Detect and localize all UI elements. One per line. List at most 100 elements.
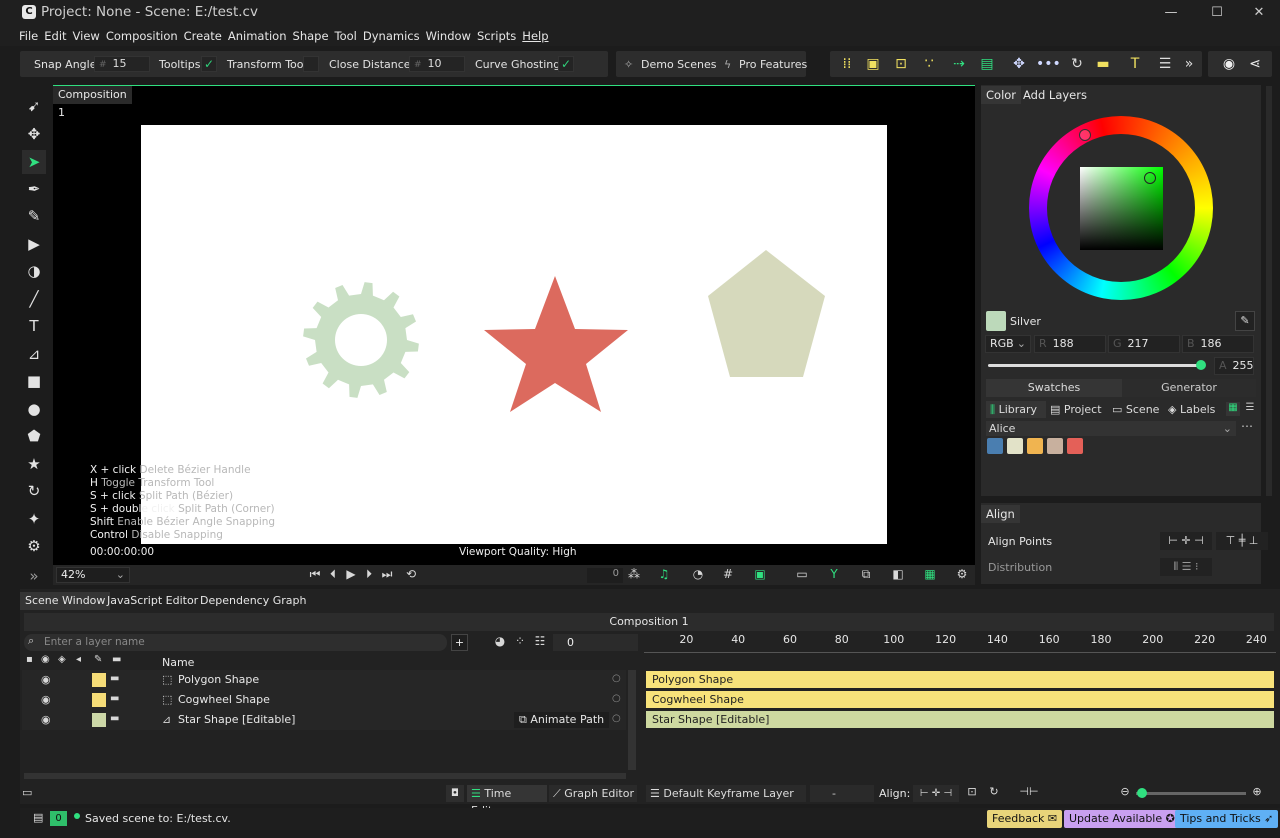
play-icon[interactable]: ▶ [343,567,359,581]
viewport-settings-icon[interactable]: ⚙ [954,567,970,581]
curve-icon[interactable]: ↻ [985,785,1003,802]
tab-labels[interactable]: ◈ Labels [1168,401,1224,418]
keyframe-value-field[interactable]: - [810,785,874,802]
eyedropper-icon[interactable]: ✎ [1235,311,1255,331]
zoom-in-icon[interactable]: ⊕ [1250,785,1264,802]
time-editor-button[interactable]: ☰ Time Editor [467,785,547,817]
render-icon[interactable]: ◕ [492,634,508,648]
path-icon[interactable]: Y [826,567,842,581]
polygon-shape[interactable] [708,250,825,377]
green-field[interactable]: G 217 [1108,335,1180,353]
tab-scene[interactable]: ▭ Scene [1112,401,1168,418]
layer-row[interactable]: ◉ ▬ ⬚ Polygon Shape ○ [22,670,626,690]
checker-icon[interactable]: ▦ [922,567,938,581]
collapse-icon[interactable]: ▭ [22,786,40,802]
cube-header-icon[interactable]: ◈ [58,654,66,665]
list-view-icon[interactable]: ☰ [1243,402,1257,416]
tab-add-layers[interactable]: Add Layers [1018,86,1092,104]
cogwheel-shape[interactable] [303,282,419,398]
console-icon[interactable]: ▤ [33,811,43,824]
filter-icon[interactable]: ☷ [532,634,548,648]
tab-javascript-editor[interactable]: JavaScript Editor [102,592,203,610]
next-frame-icon[interactable]: ⏵ [361,567,377,582]
update-available-button[interactable]: Update Available ✪ [1064,810,1180,828]
align-horizontal-icons[interactable]: ⊢ ✛ ⊣ [1160,532,1212,550]
more-icon[interactable]: ⋯ [1241,419,1253,433]
layer-color-swatch[interactable] [92,713,106,727]
overlay-icon[interactable]: ⧉ [858,567,874,582]
prev-frame-icon[interactable]: ⏴ [325,567,341,582]
tips-and-tricks-button[interactable]: Tips and Tricks ➶ [1175,810,1279,828]
tab-scene-window[interactable]: Scene Window [20,592,111,610]
timeline-bar[interactable]: Polygon Shape [646,671,1274,688]
sparkle-layer-icon[interactable]: ⁘ [512,634,528,648]
alpha-field[interactable]: A 255 [1214,357,1254,375]
swatch-1[interactable] [987,438,1003,454]
eye-icon[interactable]: ◉ [41,654,50,665]
zoom-select[interactable]: 42% ⌄ [56,567,130,583]
circle-icon[interactable]: ○ [612,693,621,704]
solo-icon[interactable]: ◘ [446,785,464,802]
tab-dependency-graph[interactable]: Dependency Graph [195,592,311,610]
tab-swatches[interactable]: Swatches [986,379,1122,397]
swatch-3[interactable] [1027,438,1043,454]
fit-icon[interactable]: ⊡ [963,785,981,802]
message-count-badge[interactable]: 0 [50,811,67,826]
grid-view-icon[interactable]: ▦ [1226,402,1240,416]
tab-project[interactable]: ▤ Project [1050,401,1110,418]
color-mode-select[interactable]: RGB ⌄ [985,335,1031,353]
tag-header-icon[interactable]: ▬ [112,654,121,665]
safe-area-icon[interactable]: ▣ [752,567,768,581]
timeline-zoom-handle[interactable] [1137,788,1147,798]
grid-icon[interactable]: # [720,567,736,581]
first-frame-icon[interactable]: ⏮ [307,567,323,582]
eye-icon[interactable]: ◉ [41,673,51,686]
right-scrollbar[interactable] [1266,86,1272,496]
swatch-5[interactable] [1067,438,1083,454]
audio-icon[interactable]: ♫ [656,567,672,581]
alpha-slider[interactable] [988,364,1200,367]
red-field[interactable]: R 188 [1034,335,1106,353]
swatch-2[interactable] [1007,438,1023,454]
zoom-out-icon[interactable]: ⊖ [1118,785,1132,802]
timeline-bar[interactable]: Cogwheel Shape [646,691,1274,708]
hue-handle[interactable] [1079,129,1091,141]
layer-row[interactable]: ◉ ▬ ⊿ Star Shape [Editable] ⧉ Animate Pa… [22,710,626,730]
circle-icon[interactable]: ○ [612,713,621,724]
eye-icon[interactable]: ◉ [41,693,51,706]
pen-header-icon[interactable]: ✎ [94,654,102,665]
lock-icon[interactable]: ▪ [26,654,33,665]
frame-field[interactable]: 0 [587,568,623,583]
eye-icon[interactable]: ◉ [41,713,51,726]
tab-library[interactable]: ⫼ Library [986,401,1046,418]
color-handle[interactable] [1144,172,1156,184]
speaker-icon[interactable]: ◂ [76,654,81,665]
palette-select[interactable]: Alice ⌄ [986,421,1236,436]
timeline-bar[interactable]: Star Shape [Editable] [646,711,1274,728]
split-icon[interactable]: ⊣⊢ [1016,785,1042,802]
circle-icon[interactable]: ○ [612,673,621,684]
feedback-button[interactable]: Feedback ✉ [987,810,1063,828]
tab-align[interactable]: Align [981,505,1020,523]
last-frame-icon[interactable]: ⏭ [379,567,395,582]
tab-generator[interactable]: Generator [1122,379,1256,397]
layer-color-swatch[interactable] [92,693,106,707]
tab-color[interactable]: Color [981,86,1022,104]
graph-editor-button[interactable]: ⟋ Graph Editor [549,785,637,802]
monitor-icon[interactable]: ▭ [794,567,810,581]
animate-path-button[interactable]: ⧉ Animate Path [514,712,610,728]
layer-search-input[interactable]: Enter a layer name [24,634,447,651]
nodes-icon[interactable]: ⁂ [626,567,642,581]
layers-vertical-scrollbar[interactable] [628,670,636,770]
timeline-zoom-slider[interactable] [1136,792,1246,795]
align-vertical-icons[interactable]: ⊤ ╪ ⊥ [1216,532,1268,550]
keyframe-align-icons[interactable]: ⊢ ✛ ⊣ [913,785,959,802]
alpha-slider-handle[interactable] [1196,360,1206,370]
onion-skin-icon[interactable]: ◔ [690,567,706,581]
star-shape[interactable] [484,276,628,412]
tag-icon[interactable]: ▬ [110,713,119,724]
add-layer-button[interactable]: + [451,634,468,651]
layer-row[interactable]: ◉ ▬ ⬚ Cogwheel Shape ○ [22,690,626,710]
swatch-4[interactable] [1047,438,1063,454]
cogwheel-path[interactable] [303,282,419,398]
